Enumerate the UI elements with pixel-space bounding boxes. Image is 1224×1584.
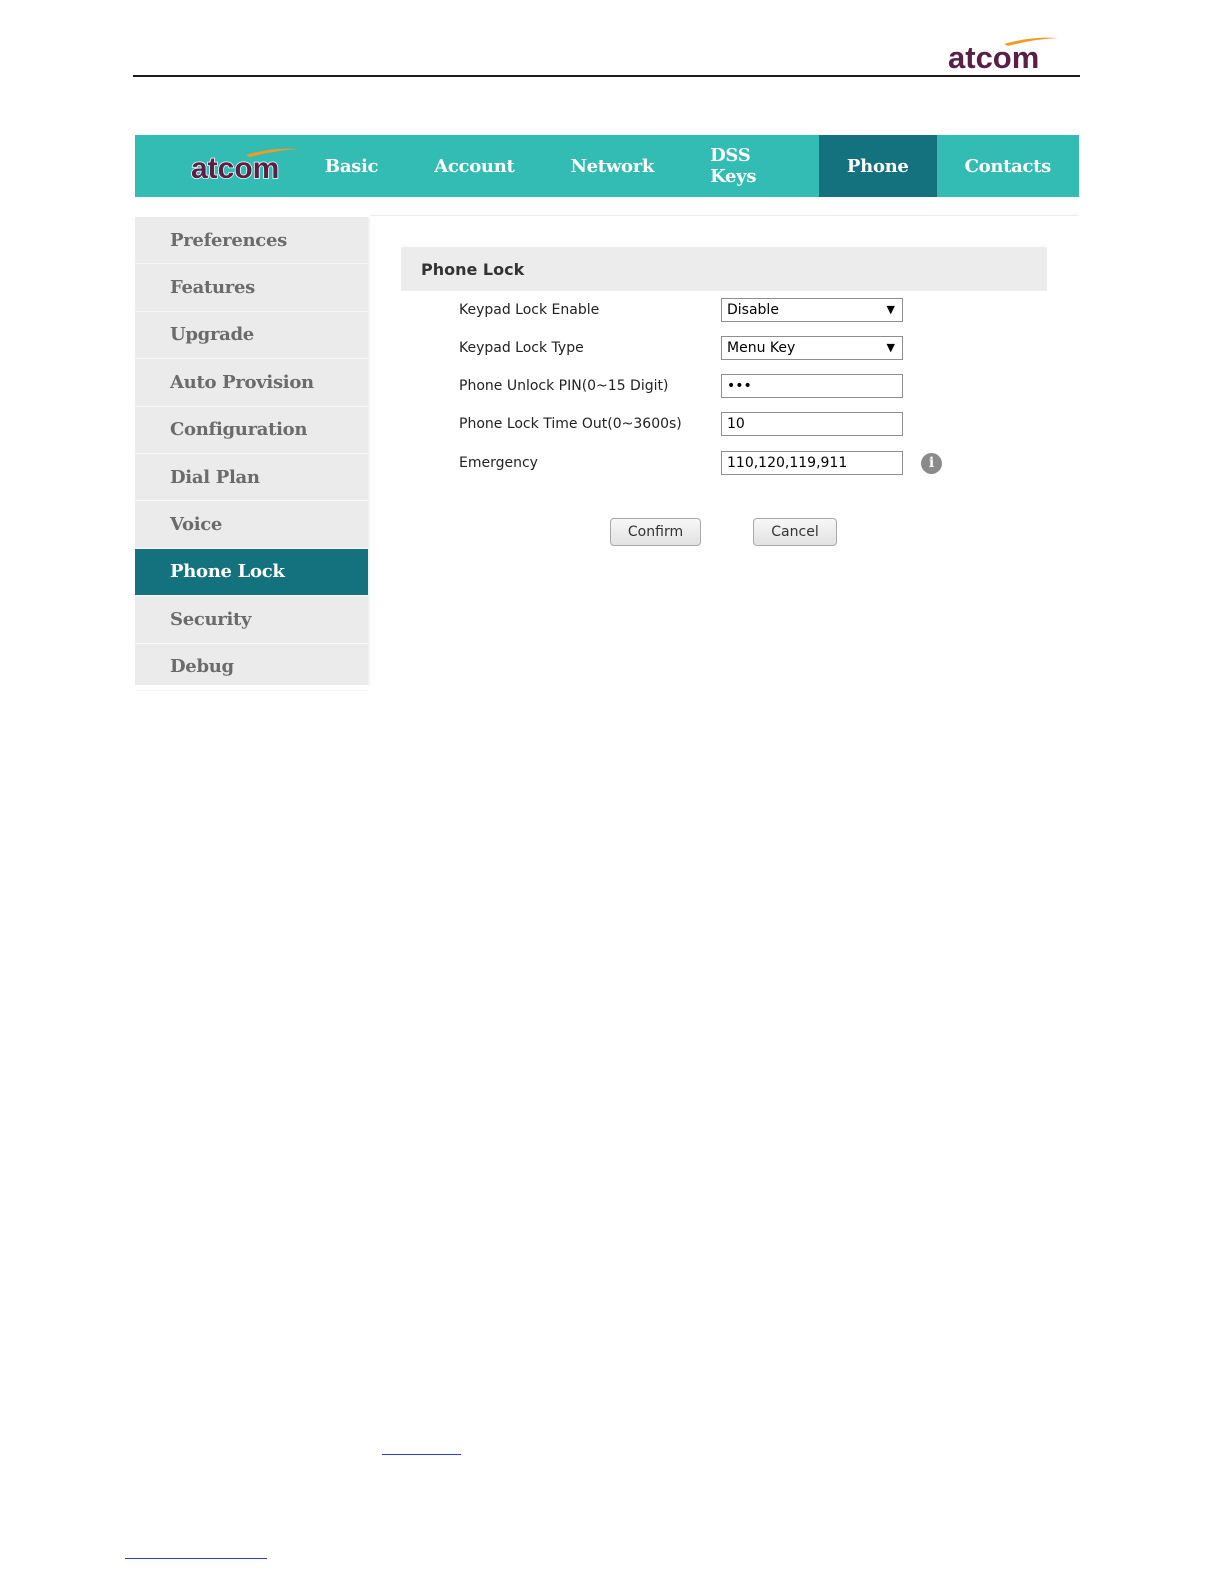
lock-timeout-label: Phone Lock Time Out(0~3600s): [459, 416, 682, 432]
content-divider: [370, 215, 1079, 216]
cancel-button[interactable]: Cancel: [753, 518, 837, 546]
sidebar-item-configuration[interactable]: Configuration: [135, 407, 368, 454]
lock-timeout-value: 10: [727, 416, 745, 432]
keypad-lock-type-select[interactable]: Menu Key ▼: [721, 336, 903, 360]
header-rule: [133, 75, 1080, 77]
info-icon[interactable]: i: [921, 452, 942, 474]
row-emergency: Emergency 110,120,119,911 i: [459, 450, 1059, 476]
nav-tab-account[interactable]: Account: [406, 135, 542, 197]
sidebar-item-dial-plan[interactable]: Dial Plan: [135, 454, 368, 502]
emergency-label: Emergency: [459, 455, 538, 471]
row-keypad-lock-type: Keypad Lock Type Menu Key ▼: [459, 335, 1059, 361]
keypad-lock-enable-select[interactable]: Disable ▼: [721, 298, 903, 322]
chevron-down-icon: ▼: [886, 303, 895, 316]
nav-tab-contacts[interactable]: Contacts: [937, 135, 1079, 197]
atcom-logo: atcom: [948, 37, 1058, 74]
nav-tab-basic[interactable]: Basic: [297, 135, 406, 197]
sidebar-item-security[interactable]: Security: [135, 596, 368, 644]
sidebar-item-phone-lock[interactable]: Phone Lock: [135, 548, 368, 597]
unlock-pin-value: •••: [727, 378, 752, 394]
footer-link-underline[interactable]: [125, 1558, 267, 1559]
panel-title: Phone Lock: [401, 247, 1047, 291]
nav-tab-network[interactable]: Network: [543, 135, 683, 197]
keypad-lock-enable-value: Disable: [727, 302, 779, 318]
row-lock-timeout: Phone Lock Time Out(0~3600s) 10: [459, 411, 1059, 437]
footer-link-underline[interactable]: [382, 1454, 461, 1455]
sidebar-item-upgrade[interactable]: Upgrade: [135, 312, 368, 360]
unlock-pin-input[interactable]: •••: [721, 374, 903, 398]
nav-tab-phone[interactable]: Phone: [818, 135, 937, 197]
top-navigation: atcom Basic Account Network DSS Keys Pho…: [135, 135, 1079, 197]
confirm-button[interactable]: Confirm: [610, 518, 701, 546]
nav-tab-dss-keys[interactable]: DSS Keys: [682, 135, 819, 197]
unlock-pin-label: Phone Unlock PIN(0~15 Digit): [459, 378, 669, 394]
logo-text: atcom: [948, 40, 1039, 74]
nav-logo-area: atcom: [135, 135, 300, 197]
keypad-lock-type-label: Keypad Lock Type: [459, 340, 584, 356]
sidebar-item-features[interactable]: Features: [135, 264, 368, 312]
nav-atcom-logo[interactable]: atcom: [190, 145, 302, 185]
sidebar-item-preferences[interactable]: Preferences: [135, 217, 368, 265]
keypad-lock-type-value: Menu Key: [727, 340, 796, 356]
row-keypad-lock-enable: Keypad Lock Enable Disable ▼: [459, 297, 1059, 323]
document-page: atcom atcom Basic Account Network DSS Ke…: [0, 0, 1224, 1584]
sidebar-item-debug[interactable]: Debug: [135, 644, 368, 691]
row-unlock-pin: Phone Unlock PIN(0~15 Digit) •••: [459, 373, 1059, 399]
sidebar: Preferences Features Upgrade Auto Provis…: [135, 217, 370, 691]
chevron-down-icon: ▼: [886, 341, 895, 354]
emergency-value: 110,120,119,911: [727, 455, 848, 471]
nav-logo-text: atcom: [191, 152, 279, 185]
emergency-input[interactable]: 110,120,119,911: [721, 451, 903, 475]
keypad-lock-enable-label: Keypad Lock Enable: [459, 302, 600, 318]
sidebar-item-auto-provision[interactable]: Auto Provision: [135, 359, 368, 407]
lock-timeout-input[interactable]: 10: [721, 412, 903, 436]
sidebar-item-voice[interactable]: Voice: [135, 501, 368, 549]
phone-web-ui: atcom Basic Account Network DSS Keys Pho…: [135, 135, 1079, 691]
